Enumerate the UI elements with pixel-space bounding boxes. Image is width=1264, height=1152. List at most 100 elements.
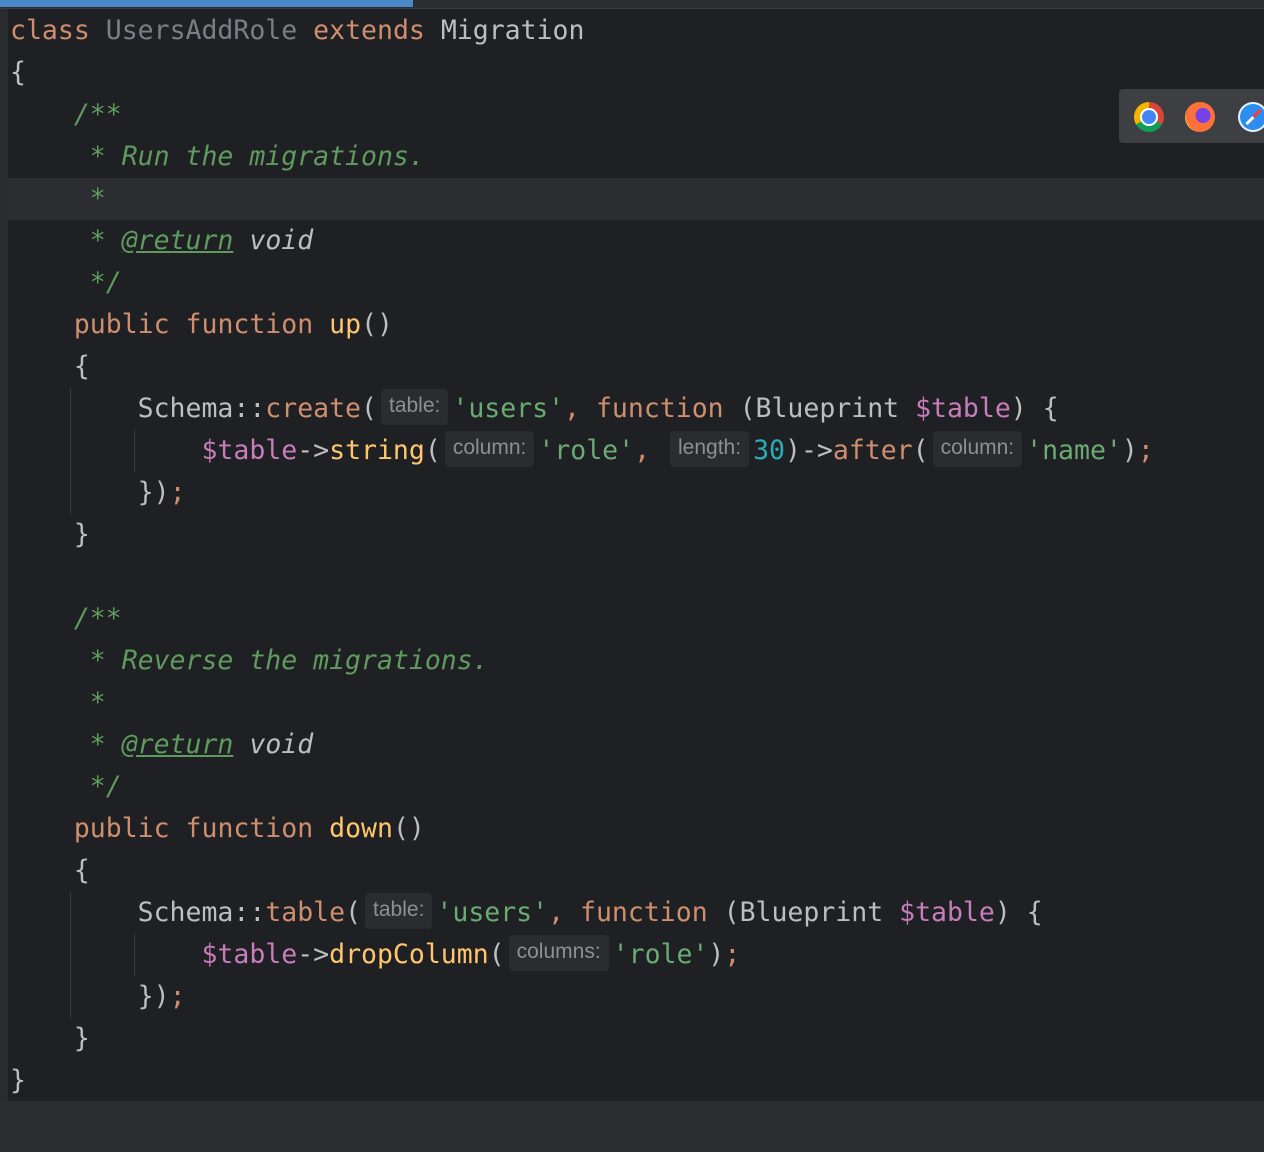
code-token: }) — [137, 981, 170, 1012]
code-token: () — [361, 309, 393, 340]
code-token: { — [73, 855, 90, 886]
code-line[interactable]: * Reverse the migrations. — [10, 640, 1154, 682]
editor-tab-bar — [0, 0, 1264, 9]
code-token: $table — [915, 393, 1011, 424]
parameter-hint: column: — [932, 430, 1023, 467]
active-tab-indicator — [0, 0, 413, 7]
code-token: -> — [297, 939, 330, 970]
code-line[interactable]: } — [10, 514, 1154, 556]
code-line[interactable]: Schema::create(table:'users', function (… — [10, 388, 1154, 430]
code-line[interactable]: Schema::table(table:'users', function (B… — [10, 892, 1154, 934]
code-token: * — [89, 729, 122, 760]
code-token: 'users' — [452, 393, 565, 424]
code-token: * Run the migrations. — [89, 141, 425, 172]
code-token: * Reverse the migrations. — [89, 645, 489, 676]
code-token: function — [185, 813, 314, 844]
code-line[interactable]: */ — [10, 766, 1154, 808]
parameter-hint: column: — [444, 430, 535, 467]
code-token: ; — [169, 477, 186, 508]
code-token: ( — [912, 435, 929, 466]
code-token: $table — [899, 897, 995, 928]
code-line[interactable] — [10, 556, 1154, 598]
code-token: public — [73, 813, 170, 844]
code-token: $table — [201, 939, 298, 970]
code-token: extends — [313, 15, 425, 46]
code-token: , — [548, 897, 581, 928]
code-token: (Blueprint — [723, 393, 916, 424]
code-token: down — [329, 813, 393, 844]
code-token: } — [73, 519, 90, 550]
code-token: ) — [1121, 435, 1138, 466]
chrome-icon[interactable] — [1134, 102, 1164, 132]
code-editor[interactable]: class UsersAddRole extends Migration { /*… — [10, 10, 1154, 1102]
code-token: string — [329, 435, 425, 466]
code-line[interactable]: { — [10, 346, 1154, 388]
code-token: create — [265, 393, 362, 424]
code-token: void — [249, 225, 314, 256]
code-line[interactable]: /** — [10, 94, 1154, 136]
firefox-icon[interactable] — [1185, 102, 1215, 132]
code-token: $table — [201, 435, 298, 466]
code-token: /** — [73, 603, 122, 634]
code-line[interactable]: public function up() — [10, 304, 1154, 346]
code-line[interactable]: */ — [10, 262, 1154, 304]
code-token: )-> — [784, 435, 833, 466]
code-token: public — [73, 309, 170, 340]
code-token: @return — [121, 729, 234, 760]
code-line[interactable]: { — [10, 850, 1154, 892]
code-line[interactable]: * Run the migrations. — [10, 136, 1154, 178]
code-token: function — [185, 309, 314, 340]
code-token: */ — [89, 267, 122, 298]
code-token: }) — [137, 477, 170, 508]
code-token: @return — [121, 225, 234, 256]
code-line[interactable]: * @return void — [10, 220, 1154, 262]
code-token: , — [564, 393, 596, 424]
code-line[interactable]: * @return void — [10, 724, 1154, 766]
code-token: */ — [89, 771, 122, 802]
code-line[interactable]: * — [10, 178, 1154, 220]
code-token: function — [595, 393, 724, 424]
code-line[interactable]: /** — [10, 598, 1154, 640]
code-token: Migration — [440, 15, 585, 46]
code-line[interactable]: $table->string(column:'role', length: 30)… — [10, 430, 1154, 472]
code-token: } — [10, 1065, 26, 1096]
code-token: ) { — [994, 897, 1043, 928]
code-token: /** — [73, 99, 122, 130]
code-line[interactable]: { — [10, 52, 1154, 94]
code-line[interactable]: $table->dropColumn(columns:'role'); — [10, 934, 1154, 976]
code-line[interactable]: * — [10, 682, 1154, 724]
code-token: up — [329, 309, 362, 340]
editor-gutter[interactable] — [0, 9, 8, 1101]
code-line[interactable]: public function down() — [10, 808, 1154, 850]
code-token: { — [73, 351, 90, 382]
code-line[interactable]: }); — [10, 976, 1154, 1018]
code-line[interactable]: }); — [10, 472, 1154, 514]
code-token: ) — [708, 939, 725, 970]
safari-icon[interactable] — [1238, 102, 1264, 132]
code-token: 'users' — [436, 897, 549, 928]
code-line[interactable]: } — [10, 1060, 1154, 1102]
code-token: } — [73, 1023, 90, 1054]
code-line[interactable]: } — [10, 1018, 1154, 1060]
code-line[interactable]: class UsersAddRole extends Migration — [10, 10, 1154, 52]
code-token: 'name' — [1026, 435, 1122, 466]
